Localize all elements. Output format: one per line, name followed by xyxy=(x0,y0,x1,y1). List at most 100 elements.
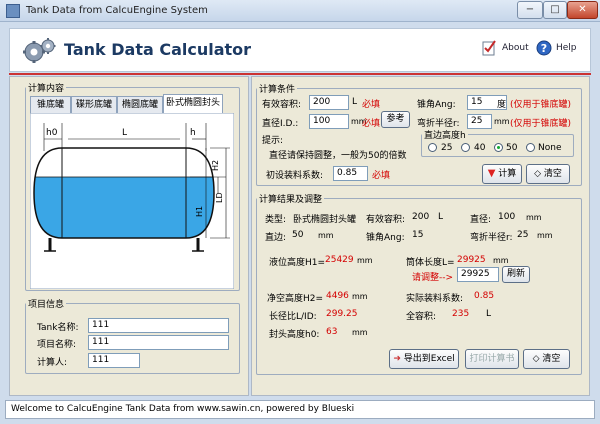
title-bar[interactable]: Tank Data from CalcuEngine System − □ ✕ xyxy=(0,0,600,22)
result-bend-unit: mm xyxy=(537,231,553,240)
head-height-unit: mm xyxy=(352,328,368,337)
cone-angle-note: (仅用于锥底罐) xyxy=(510,100,572,110)
headspace-unit: mm xyxy=(352,292,368,301)
volume-label: 有效容积: xyxy=(262,100,302,110)
clear-conditions-button[interactable]: ◇ 清空 xyxy=(526,164,570,184)
headspace-label: 净空高度H2= xyxy=(267,294,324,304)
result-volume-unit: L xyxy=(438,212,444,222)
total-volume-unit: L xyxy=(486,309,492,319)
eraser-icon: ◇ xyxy=(534,169,542,179)
tab-cone-bottom[interactable]: 锥底罐 xyxy=(30,96,71,113)
project-info-title: 项目信息 xyxy=(28,300,65,310)
body-length-unit: mm xyxy=(493,256,509,265)
dim-ld-label: LD xyxy=(215,192,224,203)
down-arrow-icon: ▼ xyxy=(487,168,496,179)
diameter-required: 必填 xyxy=(362,119,381,129)
result-volume-label: 有效容积: xyxy=(366,215,406,225)
dim-h-label: h xyxy=(190,128,196,138)
hint-text: 直径请保持圆整，一般为50的倍数 xyxy=(269,151,407,161)
clear-results-button[interactable]: ◇ 清空 xyxy=(523,349,570,369)
conditions-title: 计算条件 xyxy=(259,85,296,95)
close-button[interactable]: ✕ xyxy=(567,1,598,19)
actual-fill-value: 0.85 xyxy=(474,291,495,301)
adjust-length-input[interactable]: 29925 xyxy=(457,267,499,282)
cone-angle-label: 锥角Ang: xyxy=(417,100,456,110)
result-diameter-label: 直径: xyxy=(470,215,492,225)
volume-required: 必填 xyxy=(362,100,381,110)
fill-coefficient-label: 初设装料系数: xyxy=(266,171,324,181)
svg-text:?: ? xyxy=(541,42,547,55)
adjust-label: 请调整--> xyxy=(412,273,454,283)
help-link[interactable]: Help xyxy=(556,43,577,53)
result-bend-value: 25 xyxy=(517,230,529,240)
result-type-value: 卧式椭圆封头罐 xyxy=(293,215,357,225)
calculate-button[interactable]: ▼ 计算 xyxy=(482,164,522,184)
fill-coefficient-required: 必填 xyxy=(372,171,391,181)
result-angle-value: 15 xyxy=(412,230,424,240)
dim-h2-label: H2 xyxy=(211,160,220,171)
dim-h0-label: h0 xyxy=(46,128,58,138)
gears-icon xyxy=(23,38,56,63)
head-height-value: 63 xyxy=(326,327,338,337)
result-volume-value: 200 xyxy=(412,212,430,222)
straight-radio-40[interactable] xyxy=(461,143,470,152)
eraser-icon: ◇ xyxy=(532,354,540,364)
print-report-button[interactable]: 打印计算书 xyxy=(465,349,519,369)
headspace-value: 4496 xyxy=(326,291,349,301)
maximize-button[interactable]: □ xyxy=(543,1,567,19)
tank-name-label: Tank名称: xyxy=(37,323,79,333)
about-link[interactable]: About xyxy=(502,43,529,53)
ratio-label: 长径比L/ID: xyxy=(269,312,317,322)
status-bar: Welcome to CalcuEngine Tank Data from ww… xyxy=(5,400,595,419)
app-title: Tank Data Calculator xyxy=(64,40,252,59)
straight-radio-50[interactable] xyxy=(494,143,503,152)
liquid-level-value: 25429 xyxy=(325,255,354,265)
tank-diagram: h0 L h H2 H1 LD xyxy=(30,113,234,289)
ratio-value: 299.25 xyxy=(326,309,358,319)
results-title: 计算结果及调整 xyxy=(259,195,323,205)
result-type-label: 类型: xyxy=(265,215,287,225)
straight-option-40: 40 xyxy=(474,143,486,153)
fill-coefficient-input[interactable]: 0.85 xyxy=(333,166,368,181)
result-diameter-unit: mm xyxy=(526,213,542,222)
straight-height-title: 直边高度h xyxy=(424,131,466,141)
straight-option-25: 25 xyxy=(441,143,453,153)
result-angle-label: 锥角Ang: xyxy=(366,233,405,243)
tab-ellipse-bottom[interactable]: 椭圆底罐 xyxy=(117,96,163,113)
volume-input[interactable]: 200 xyxy=(309,95,349,110)
result-straight-unit: mm xyxy=(318,231,334,240)
calculator-label: 计算人: xyxy=(37,358,68,368)
result-bend-label: 弯折半径r: xyxy=(470,233,513,243)
straight-radio-none[interactable] xyxy=(526,143,535,152)
straight-radio-25[interactable] xyxy=(428,143,437,152)
body-length-label: 筒体长度L= xyxy=(406,258,455,268)
help-icon[interactable]: ? xyxy=(536,40,552,56)
calculate-label: 计算 xyxy=(498,169,517,179)
bend-radius-input[interactable]: 25 xyxy=(467,114,492,129)
app-header: Tank Data Calculator About ? Help xyxy=(9,28,591,72)
volume-unit: L xyxy=(352,97,358,107)
about-icon[interactable] xyxy=(481,39,497,57)
straight-option-50: 50 xyxy=(506,143,518,153)
window-title: Tank Data from CalcuEngine System xyxy=(26,5,208,16)
clear-results-label: 清空 xyxy=(542,354,561,364)
result-straight-label: 直边: xyxy=(265,233,287,243)
diameter-label: 直径I.D.: xyxy=(262,119,299,129)
body-length-value: 29925 xyxy=(457,255,486,265)
cone-angle-unit: 度 xyxy=(497,100,507,110)
calculator-field[interactable]: 111 xyxy=(88,353,140,368)
tank-name-field[interactable]: 111 xyxy=(88,318,229,333)
header-divider xyxy=(9,73,591,75)
refresh-button[interactable]: 刷新 xyxy=(502,266,530,283)
minimize-button[interactable]: − xyxy=(517,1,543,19)
clear-conditions-label: 清空 xyxy=(543,169,562,179)
dim-h1-label: H1 xyxy=(195,206,204,217)
tab-dish-bottom[interactable]: 碟形底罐 xyxy=(71,96,117,113)
project-name-field[interactable]: 111 xyxy=(88,335,229,350)
tab-horizontal-ellipse-head[interactable]: 卧式椭圆封头 xyxy=(163,94,223,113)
diameter-input[interactable]: 100 xyxy=(309,114,349,129)
reference-button[interactable]: 参考 xyxy=(381,111,410,128)
actual-fill-label: 实际装料系数: xyxy=(406,294,464,304)
export-excel-button[interactable]: ➜ 导出到Excel xyxy=(389,349,459,369)
bend-radius-unit: mm xyxy=(494,117,510,126)
